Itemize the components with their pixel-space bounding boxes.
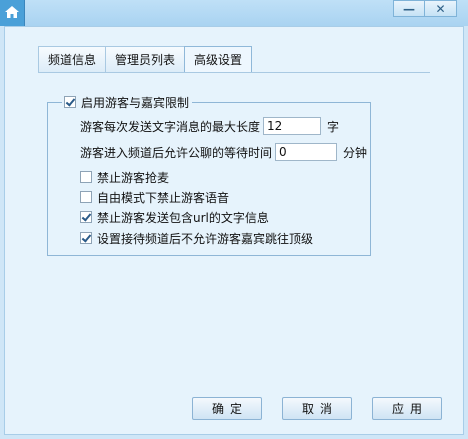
checkbox-box [80,171,92,183]
tab-channel-info[interactable]: 频道信息 [38,46,107,72]
enable-guest-limit-label: 启用游客与嘉宾限制 [81,95,190,110]
option-label: 禁止游客发送包含url的文字信息 [97,210,269,225]
option-label: 自由模式下禁止游客语音 [97,190,230,205]
option-no-guest-mic-checkbox[interactable]: 禁止游客抢麦 [80,169,169,185]
option-no-guest-url-checkbox[interactable]: 禁止游客发送包含url的文字信息 [80,209,269,225]
checkbox-box [64,96,76,108]
option-label: 设置接待频道后不允许游客嘉宾跳往顶级 [97,231,314,246]
home-icon [0,0,25,26]
close-button[interactable]: ✕ [425,0,457,17]
enable-guest-limit-checkbox[interactable]: 启用游客与嘉宾限制 [62,94,193,110]
tab-bar: 频道信息 管理员列表 高级设置 [38,46,253,73]
option-no-jump-top-checkbox[interactable]: 设置接待频道后不允许游客嘉宾跳往顶级 [80,230,313,246]
tab-advanced-settings[interactable]: 高级设置 [184,46,253,73]
max-length-field[interactable] [263,117,322,135]
minimize-button[interactable]: — [393,0,425,17]
wait-time-row: 游客进入频道后允许公聊的等待时间 分钟 [80,143,367,161]
window-controls: — ✕ [393,0,457,17]
option-label: 禁止游客抢麦 [97,170,170,185]
max-length-row: 游客每次发送文字消息的最大长度 字 [80,117,339,135]
cancel-button[interactable]: 取消 [282,397,352,420]
wait-time-field[interactable] [275,143,338,161]
checkbox-box [80,211,92,223]
apply-button[interactable]: 应用 [372,397,442,420]
checkbox-box [80,232,92,244]
wait-time-label: 游客进入频道后允许公聊的等待时间 [80,145,273,160]
tab-admin-list[interactable]: 管理员列表 [105,46,186,72]
wait-time-unit: 分钟 [343,145,368,160]
ok-button[interactable]: 确定 [192,397,262,420]
checkbox-box [80,191,92,203]
option-no-guest-voice-checkbox[interactable]: 自由模式下禁止游客语音 [80,189,229,205]
max-length-label: 游客每次发送文字消息的最大长度 [80,119,261,134]
title-bar: — ✕ [0,0,468,26]
max-length-unit: 字 [327,119,340,134]
